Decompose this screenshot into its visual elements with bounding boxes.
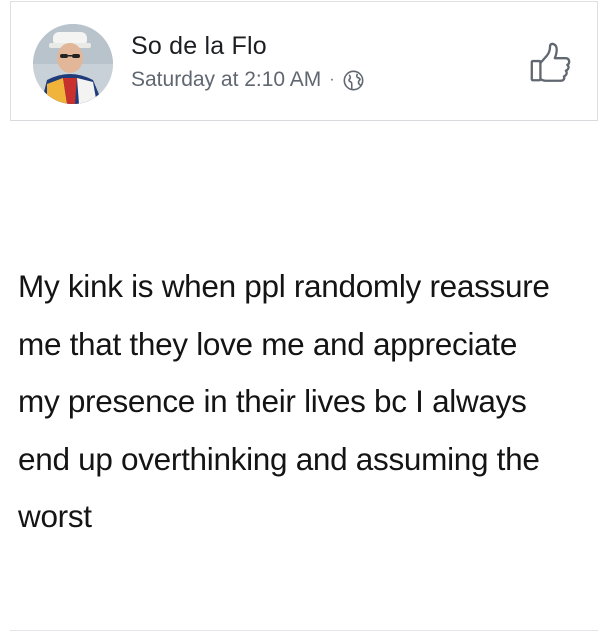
post-body-line: me that they love me and appreciate [18, 325, 518, 362]
post-body-line: worst [18, 498, 92, 534]
thumbs-up-icon[interactable] [527, 40, 573, 86]
avatar-image [33, 24, 113, 104]
meta-separator: · [329, 71, 335, 88]
post-body-text: My kink is when ppl randomly reassure me… [18, 258, 604, 546]
post-body-line: My kink is when ppl randomly reassure [18, 268, 550, 304]
post-body-line: my presence in their lives bc I always [18, 383, 527, 419]
post-timestamp[interactable]: Saturday at 2:10 AM [131, 68, 321, 92]
post-divider [10, 630, 598, 631]
post-meta: Saturday at 2:10 AM · [131, 68, 364, 92]
post-header: So de la Flo Saturday at 2:10 AM · [10, 1, 598, 121]
avatar[interactable] [33, 24, 113, 104]
globe-icon[interactable] [343, 70, 364, 91]
author-name[interactable]: So de la Flo [131, 32, 267, 61]
post-body-line: end up overthinking and assuming the [18, 440, 540, 477]
facebook-post-screenshot: So de la Flo Saturday at 2:10 AM · My ki… [0, 0, 604, 637]
